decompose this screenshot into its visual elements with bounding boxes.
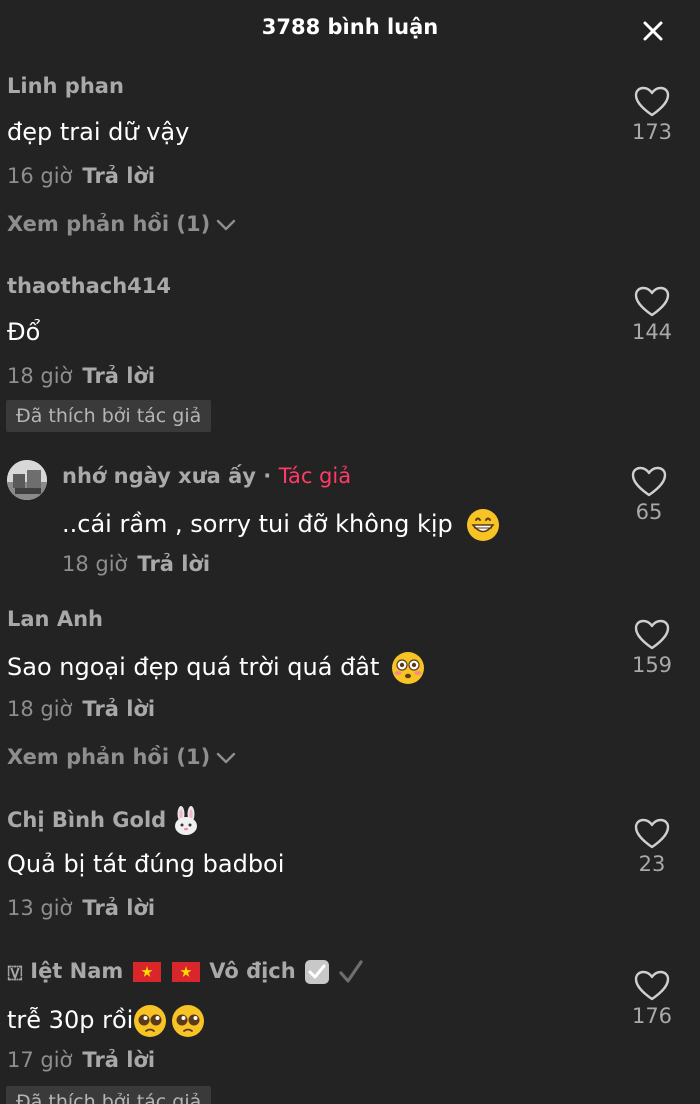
vietnam-flag-icon — [132, 962, 161, 982]
pleading-face-icon — [172, 1005, 205, 1037]
view-replies-label: Xem phản hồi (1) — [7, 212, 211, 236]
comment-username[interactable]: nhớ ngày xưa ấy — [62, 464, 256, 488]
comment-text: Đổ — [7, 318, 41, 346]
comment-username-line: Chị Bình Gold — [7, 806, 200, 836]
comment-username-a: Iệt Nam — [30, 959, 124, 983]
avatar[interactable] — [7, 460, 47, 500]
check-box-icon — [305, 960, 330, 984]
comment-meta: 17 giờ Trả lời — [7, 1048, 155, 1072]
comment-count-title: 3788 bình luận — [261, 15, 439, 39]
like-control: 176 — [622, 970, 682, 1028]
comment-username-b: Vô địch — [209, 959, 296, 983]
author-tag: Tác giả — [278, 464, 352, 488]
like-control: 173 — [622, 86, 682, 144]
comment-time: 16 giờ — [7, 164, 73, 188]
like-control: 65 — [619, 466, 679, 524]
heart-icon[interactable] — [634, 970, 670, 1002]
reply-button[interactable]: Trả lời — [82, 1048, 155, 1072]
reply-button[interactable]: Trả lời — [82, 896, 155, 920]
close-icon — [643, 21, 663, 41]
comment-text-line: Sao ngoại đẹp quá trời quá đât — [7, 651, 425, 685]
like-control: 144 — [622, 286, 682, 344]
like-count: 173 — [631, 120, 673, 144]
avatar-image — [7, 460, 47, 500]
like-count: 176 — [631, 1004, 673, 1028]
view-replies-button[interactable]: Xem phản hồi (1) — [7, 745, 236, 769]
rabbit-face-icon — [174, 806, 197, 835]
comment-text: trễ 30p rồi — [7, 1006, 134, 1034]
like-count: 144 — [631, 320, 673, 344]
comment-meta: 16 giờ Trả lời — [7, 164, 155, 188]
like-control: 159 — [622, 619, 682, 677]
liked-by-author-badge: Đã thích bởi tác giả — [6, 400, 212, 432]
comment-username-line: nhớ ngày xưa ấy · Tác giả — [62, 464, 351, 488]
chevron-down-icon — [216, 752, 236, 764]
comment-username[interactable]: Linh phan — [7, 74, 124, 98]
comment-text-line: trễ 30p rồi — [7, 1004, 205, 1038]
like-count: 159 — [631, 653, 673, 677]
grinning-face-icon — [467, 509, 500, 541]
username-prefix: 🇻 — [7, 962, 23, 983]
comment-time: 18 giờ — [7, 697, 73, 721]
comment-meta: 18 giờ Trả lời — [7, 364, 155, 388]
comment-text: Sao ngoại đẹp quá trời quá đât — [7, 653, 380, 681]
check-mark-icon — [339, 960, 363, 983]
comment-username[interactable]: Chị Bình Gold — [7, 808, 166, 832]
close-button[interactable] — [636, 14, 670, 48]
comments-panel: 3788 bình luận Linh phan đẹp trai dữ vậy… — [0, 0, 700, 1104]
comment-username[interactable]: thaothach414 — [7, 274, 171, 298]
heart-icon[interactable] — [634, 818, 670, 850]
view-replies-label: Xem phản hồi (1) — [7, 745, 211, 769]
separator-dot: · — [263, 464, 272, 488]
view-replies-button[interactable]: Xem phản hồi (1) — [7, 212, 236, 236]
reply-button[interactable]: Trả lời — [137, 552, 210, 576]
comment-meta: 13 giờ Trả lời — [7, 896, 155, 920]
heart-icon[interactable] — [634, 619, 670, 651]
reply-button[interactable]: Trả lời — [82, 697, 155, 721]
comment-username[interactable]: Lan Anh — [7, 607, 103, 631]
reply-button[interactable]: Trả lời — [82, 364, 155, 388]
reply-button[interactable]: Trả lời — [82, 164, 155, 188]
like-count: 23 — [638, 852, 666, 876]
comment-time: 18 giờ — [7, 364, 73, 388]
comment-time: 18 giờ — [62, 552, 128, 576]
pleading-face-icon — [134, 1005, 167, 1037]
chevron-down-icon — [216, 219, 236, 231]
comment-text: Quả bị tát đúng badboi — [7, 850, 285, 878]
comment-text: ..cái rầm , sorry tui đỡ không kịp — [62, 510, 453, 538]
liked-by-author-badge: Đã thích bởi tác giả — [6, 1086, 212, 1104]
vietnam-flag-icon — [171, 962, 200, 982]
heart-icon[interactable] — [634, 286, 670, 318]
comment-username-line[interactable]: 🇻 Iệt Nam Vô địch — [7, 958, 364, 986]
comment-text-line: ..cái rầm , sorry tui đỡ không kịp — [62, 508, 500, 542]
comment-time: 13 giờ — [7, 896, 73, 920]
like-control: 23 — [622, 818, 682, 876]
comment-text: đẹp trai dữ vậy — [7, 118, 190, 146]
comment-meta: 18 giờ Trả lời — [62, 552, 210, 576]
like-count: 65 — [635, 500, 663, 524]
comment-time: 17 giờ — [7, 1048, 73, 1072]
comment-meta: 18 giờ Trả lời — [7, 697, 155, 721]
heart-icon[interactable] — [634, 86, 670, 118]
heart-icon[interactable] — [631, 466, 667, 498]
flushed-face-icon — [392, 652, 425, 684]
comments-header: 3788 bình luận — [0, 0, 700, 62]
